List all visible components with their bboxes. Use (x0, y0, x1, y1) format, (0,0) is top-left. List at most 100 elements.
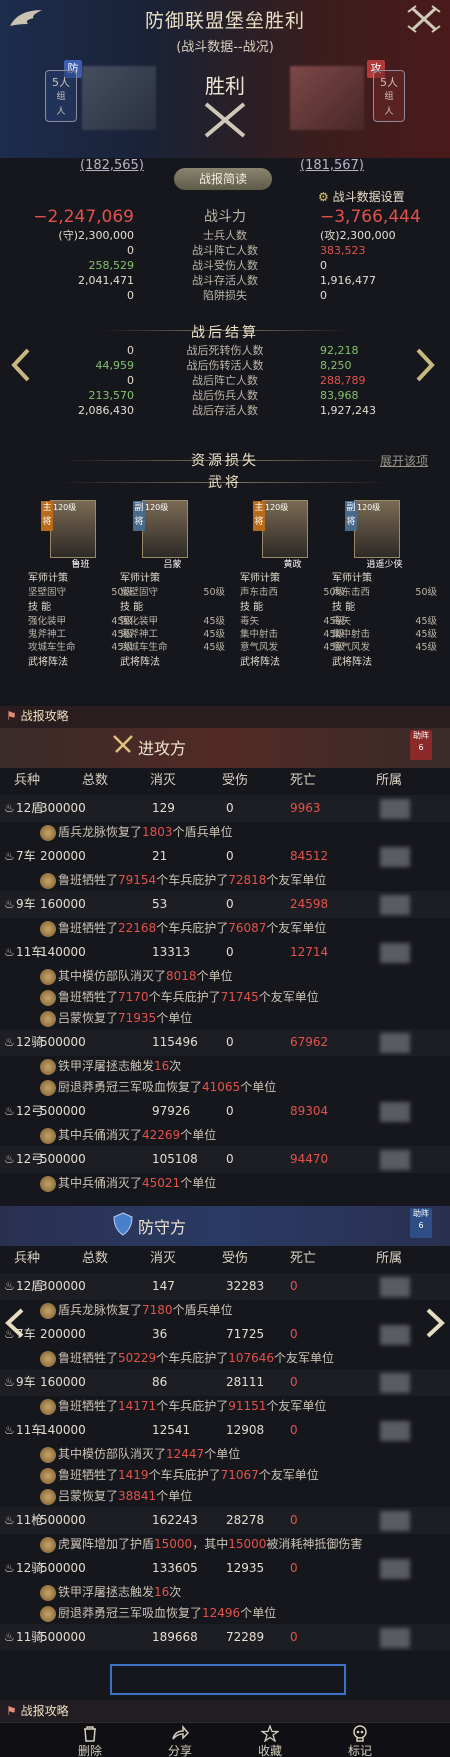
owner-avatar[interactable] (380, 1628, 410, 1648)
troop-dead: 67962 (290, 1035, 329, 1049)
collect-button[interactable]: 收藏 (240, 1723, 300, 1757)
stat-row: 258,529 战斗受伤人数 0 (88, 259, 328, 272)
general-card[interactable]: 主 将120级 ★★★★★ 鲁班 军师计策 坚壁固守50级 技 能 强化装甲45… (28, 500, 133, 670)
shield-icon (113, 1212, 133, 1236)
troop-dead: 89304 (290, 1104, 329, 1118)
chevron-right-icon[interactable] (424, 1308, 446, 1338)
battle-note: 鲁班牺牲了50229个车兵庇护了107646个友军单位 (40, 1348, 450, 1368)
owner-avatar[interactable] (380, 847, 410, 867)
skull-icon (353, 1725, 367, 1742)
table-row[interactable]: ♨12骑 500000 115496 0 67962 (0, 1029, 450, 1056)
troop-type: ♨12盾 (4, 1273, 43, 1300)
table-row[interactable]: ♨11骑 500000 189668 72289 0 (0, 1624, 450, 1651)
owner-avatar[interactable] (380, 1373, 410, 1393)
table-row[interactable]: ♨12盾 300000 147 32283 0 (0, 1273, 450, 1300)
table-row[interactable]: ♨9车 160000 86 28111 0 (0, 1369, 450, 1396)
owner-avatar[interactable] (380, 1033, 410, 1053)
general-icon (40, 1605, 56, 1622)
attacker-power[interactable]: (181,567) (300, 158, 364, 173)
close-icon[interactable] (404, 4, 444, 34)
table-row[interactable]: ♨11车 140000 12541 12908 0 (0, 1417, 450, 1444)
attack-title: 进攻方 (138, 739, 187, 758)
helper-badge[interactable]: 助阵 6 (410, 730, 432, 760)
battle-data-settings-button[interactable]: ⚙ 战斗数据设置 (318, 186, 448, 208)
troop-hurt: 0 (226, 1152, 234, 1166)
table-row[interactable]: ♨9车 160000 53 0 24598 (0, 891, 450, 918)
table-row[interactable]: ♨11枪 500000 162243 28278 0 (0, 1507, 450, 1534)
general-card[interactable]: 副 将120级 ★★★★★ 吕蒙 军师计策 坚壁固守50级 技 能 强化装甲45… (120, 500, 225, 670)
troop-hurt: 32283 (226, 1279, 265, 1293)
table-row[interactable]: ♨12盾 300000 129 0 9963 (0, 795, 450, 822)
troop-hurt: 0 (226, 801, 234, 815)
general-icon (40, 968, 56, 985)
table-row[interactable]: ♨7车 200000 21 0 84512 (0, 843, 450, 870)
delete-button[interactable]: 删除 (60, 1723, 120, 1757)
owner-avatar[interactable] (380, 1325, 410, 1345)
bottom-toolbar: 删除 分享 收藏 标记 (0, 1722, 450, 1757)
battle-guide-tab[interactable]: ⚑ 战报攻略 (6, 1702, 69, 1719)
general-portrait: 副 将 120级 (133, 500, 188, 558)
owner-avatar[interactable] (380, 1102, 410, 1122)
general-portrait: 主 将 120级 (41, 500, 96, 558)
troop-kill: 12541 (152, 1423, 191, 1437)
defense-header (0, 1206, 450, 1246)
battle-note: 鲁班牺牲了1419个车兵庇护了71067个友军单位 (40, 1465, 450, 1485)
owner-avatar[interactable] (380, 1421, 410, 1441)
troop-dead: 84512 (290, 849, 329, 863)
owner-avatar[interactable] (380, 895, 410, 915)
troop-total: 200000 (40, 1327, 86, 1341)
expand-link[interactable]: 展开该项 (380, 452, 428, 469)
troop-kill: 189668 (152, 1630, 198, 1644)
general-icon (40, 1488, 56, 1505)
general-icon (40, 1175, 56, 1192)
battle-brief-button[interactable]: 战报简读 (174, 168, 272, 190)
general-card[interactable]: 副 将120级 ★★★★★ 逍遥少侠 军师计策 声东击西50级 技 能 毒矢45… (332, 500, 437, 670)
stat-row: 0 陷阱损失 0 (127, 289, 327, 302)
troop-type: ♨11枪 (4, 1507, 43, 1534)
table-row[interactable]: ♨7车 200000 36 71725 0 (0, 1321, 450, 1348)
troop-kill: 105108 (152, 1152, 198, 1166)
owner-avatar[interactable] (380, 799, 410, 819)
troop-type: ♨12弓 (4, 1098, 43, 1125)
table-row[interactable]: ♨12弓 500000 105108 0 94470 (0, 1146, 450, 1173)
owner-avatar[interactable] (380, 1277, 410, 1297)
table-row[interactable]: ♨12骑 500000 133605 12935 0 (0, 1555, 450, 1582)
troop-total: 500000 (40, 1630, 86, 1644)
troop-total: 500000 (40, 1035, 86, 1049)
chevron-left-icon[interactable] (4, 1308, 26, 1338)
owner-avatar[interactable] (380, 1511, 410, 1531)
trash-icon (84, 1726, 96, 1742)
helper-badge[interactable]: 助阵 6 (410, 1208, 432, 1238)
troop-type: ♨12骑 (4, 1555, 43, 1582)
stat-row: 2,086,430 战后存活人数 1,927,243 (78, 404, 376, 417)
troop-dead: 0 (290, 1279, 298, 1293)
troop-hurt: 0 (226, 1035, 234, 1049)
troop-kill: 21 (152, 849, 168, 863)
battle-note: 厨退莽勇冠三军吸血恢复了12496个单位 (40, 1603, 450, 1623)
owner-avatar[interactable] (380, 1150, 410, 1170)
attacker-avatar (290, 66, 364, 130)
crossed-swords-icon (204, 102, 246, 138)
defender-power[interactable]: (182,565) (80, 158, 144, 173)
mark-button[interactable]: 标记 (330, 1723, 390, 1757)
table-row[interactable]: ♨12弓 500000 97926 0 89304 (0, 1098, 450, 1125)
general-icon (40, 1302, 56, 1319)
flame-icon: ♨ (4, 1035, 15, 1049)
table-row[interactable]: ♨11车 140000 13313 0 12714 (0, 939, 450, 966)
general-card[interactable]: 主 将120级 ★★★★★ 黄政 军师计策 声东击西50级 技 能 毒矢45级 … (240, 500, 345, 670)
troop-dead: 9963 (290, 801, 321, 815)
flame-icon: ♨ (4, 849, 15, 863)
troop-type: ♨9车 (4, 1369, 36, 1396)
troop-kill: 162243 (152, 1513, 198, 1527)
owner-avatar[interactable] (380, 1559, 410, 1579)
share-button[interactable]: 分享 (150, 1723, 210, 1757)
flame-icon: ♨ (4, 1513, 15, 1527)
flame-icon: ♨ (4, 1561, 15, 1575)
troop-type: ♨12骑 (4, 1029, 43, 1056)
troop-kill: 97926 (152, 1104, 191, 1118)
battle-guide-tab[interactable]: ⚑ 战报攻略 (6, 707, 69, 724)
troop-type: ♨9车 (4, 891, 36, 918)
troop-dead: 24598 (290, 897, 329, 911)
owner-avatar[interactable] (380, 943, 410, 963)
troop-type: ♨12盾 (4, 795, 43, 822)
